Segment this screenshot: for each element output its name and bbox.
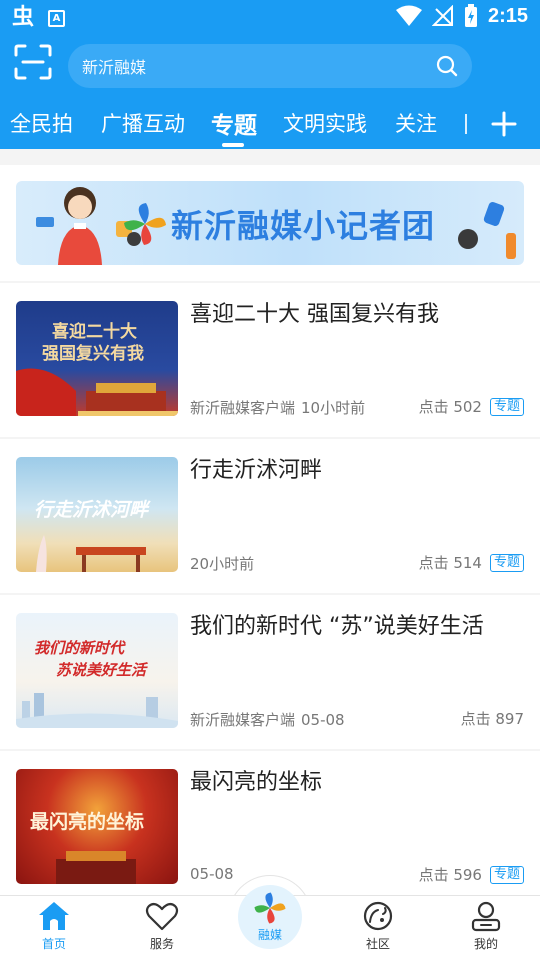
- banner-title: 新沂融媒小记者团: [171, 207, 436, 245]
- news-stats: 点击 514 专题: [419, 552, 524, 573]
- nav-service[interactable]: 服务: [122, 900, 202, 952]
- tiananmen-illustration: [16, 368, 178, 416]
- nav-service-label: 服务: [149, 937, 174, 951]
- news-time: 10小时前: [301, 399, 366, 417]
- scan-icon[interactable]: [14, 44, 52, 80]
- battery-charging-icon: [464, 4, 477, 27]
- app-notification-icon: 虫: [12, 5, 35, 30]
- news-thumbnail: 行走沂沭河畔: [16, 457, 178, 572]
- news-thumbnail: 我们的新时代 苏说美好生活: [16, 613, 178, 728]
- thumbnail-caption: 苏说美好生活: [56, 661, 147, 679]
- active-tab-indicator: [222, 143, 244, 147]
- news-title: 我们的新时代 “苏”说美好生活: [190, 614, 484, 639]
- news-thumbnail: 最闪亮的坐标: [16, 769, 178, 884]
- news-thumbnail: 喜迎二十大 强国复兴有我: [16, 301, 178, 416]
- news-item[interactable]: 喜迎二十大 强国复兴有我 喜迎二十大 强国复兴有我 新沂融媒客户端 10小时前 点…: [0, 283, 540, 437]
- monument-illustration: [56, 851, 136, 884]
- news-item[interactable]: 行走沂沭河畔 行走沂沭河畔 20小时前 点击 514 专题: [0, 439, 540, 593]
- news-item[interactable]: 我们的新时代 苏说美好生活 我们的新时代 “苏”说美好生活 新沂融媒客户端 05-…: [0, 595, 540, 749]
- nav-rongmei-center-button[interactable]: 融媒: [238, 885, 302, 949]
- news-meta: 新沂融媒客户端 10小时前: [190, 397, 365, 418]
- news-title: 行走沂沭河畔: [190, 458, 323, 483]
- status-bar-right: 2:15: [395, 4, 528, 28]
- search-placeholder: 新沂融媒: [82, 58, 147, 77]
- banner-section: 新沂融媒小记者团: [0, 165, 540, 281]
- tab-guangbo-hudong[interactable]: 广播互动: [101, 108, 185, 138]
- tab-zhuanti[interactable]: 专题: [211, 106, 257, 140]
- news-clicks: 点击 897: [460, 710, 524, 728]
- news-time: 05-08: [190, 865, 234, 883]
- news-meta: 20小时前: [190, 553, 254, 574]
- content-area: 新沂融媒小记者团 喜迎二十大 强国复兴有我 喜迎二十大 强国复兴有我 新沂融媒客…: [0, 149, 540, 895]
- user-icon: [471, 901, 501, 932]
- nav-community-label: 社区: [365, 937, 390, 951]
- rongmei-pinwheel-icon: [254, 892, 286, 924]
- news-stats: 点击 897: [461, 708, 524, 729]
- news-list: 喜迎二十大 强国复兴有我 喜迎二十大 强国复兴有我 新沂融媒客户端 10小时前 点…: [0, 283, 540, 895]
- add-channel-icon[interactable]: [490, 110, 518, 138]
- planet-icon: [363, 901, 393, 931]
- thumbnail-caption: 我们的新时代: [34, 639, 125, 657]
- status-bar-left: 虫 A: [12, 5, 66, 31]
- reporter-banner[interactable]: 新沂融媒小记者团: [16, 181, 524, 265]
- topic-tag: 专题: [489, 865, 524, 884]
- tab-quanminpai[interactable]: 全民拍: [10, 108, 73, 138]
- wifi-icon: [395, 5, 422, 26]
- riverside-illustration: [36, 535, 146, 572]
- city-skyline-illustration: [16, 693, 178, 728]
- tab-wenming-shijian[interactable]: 文明实践: [283, 108, 367, 138]
- search-input[interactable]: 新沂融媒: [68, 44, 472, 88]
- news-title: 最闪亮的坐标: [190, 770, 323, 795]
- news-time: 05-08: [301, 711, 345, 729]
- news-time: 20小时前: [190, 555, 255, 573]
- microphones-decoration: [458, 202, 516, 259]
- news-stats: 点击 502 专题: [419, 396, 524, 417]
- nav-home-label: 首页: [41, 937, 66, 951]
- heart-icon: [145, 902, 179, 931]
- news-clicks: 点击 502: [418, 398, 482, 416]
- nav-mine[interactable]: 我的: [446, 900, 526, 952]
- top-header: 虫 A 2:15 新沂融媒 全民拍 广播互动 专题 文明实践 关注: [0, 0, 540, 149]
- nav-community[interactable]: 社区: [338, 900, 418, 952]
- news-stats: 点击 596 专题: [419, 864, 524, 885]
- thumbnail-caption: 最闪亮的坐标: [30, 811, 145, 833]
- news-source: 新沂融媒客户端: [190, 711, 296, 729]
- news-clicks: 点击 514: [418, 554, 482, 572]
- channel-tabs: 全民拍 广播互动 专题 文明实践 关注: [0, 104, 540, 147]
- status-bar: 虫 A 2:15: [0, 0, 540, 36]
- nav-home[interactable]: 首页: [14, 900, 94, 952]
- news-clicks: 点击 596: [418, 866, 482, 884]
- rongmei-logo-icon: [124, 203, 166, 245]
- no-signal-icon: [431, 5, 453, 26]
- nav-rongmei-label: 融媒: [257, 928, 282, 942]
- clock: 2:15: [487, 4, 528, 27]
- news-source: 新沂融媒客户端: [190, 399, 296, 417]
- nav-mine-label: 我的: [473, 937, 498, 951]
- topic-tag: 专题: [489, 553, 524, 572]
- tab-divider: [465, 114, 467, 134]
- a-notification-icon: A: [48, 9, 66, 27]
- news-title: 喜迎二十大 强国复兴有我: [190, 302, 439, 327]
- news-item[interactable]: 最闪亮的坐标 最闪亮的坐标 05-08 点击 596 专题: [0, 751, 540, 895]
- tab-guanzhu[interactable]: 关注: [395, 108, 437, 138]
- news-meta: 05-08: [190, 865, 234, 883]
- topic-tag: 专题: [489, 397, 524, 416]
- news-meta: 新沂融媒客户端 05-08: [190, 709, 345, 730]
- search-icon[interactable]: [436, 55, 458, 77]
- home-icon: [39, 902, 69, 930]
